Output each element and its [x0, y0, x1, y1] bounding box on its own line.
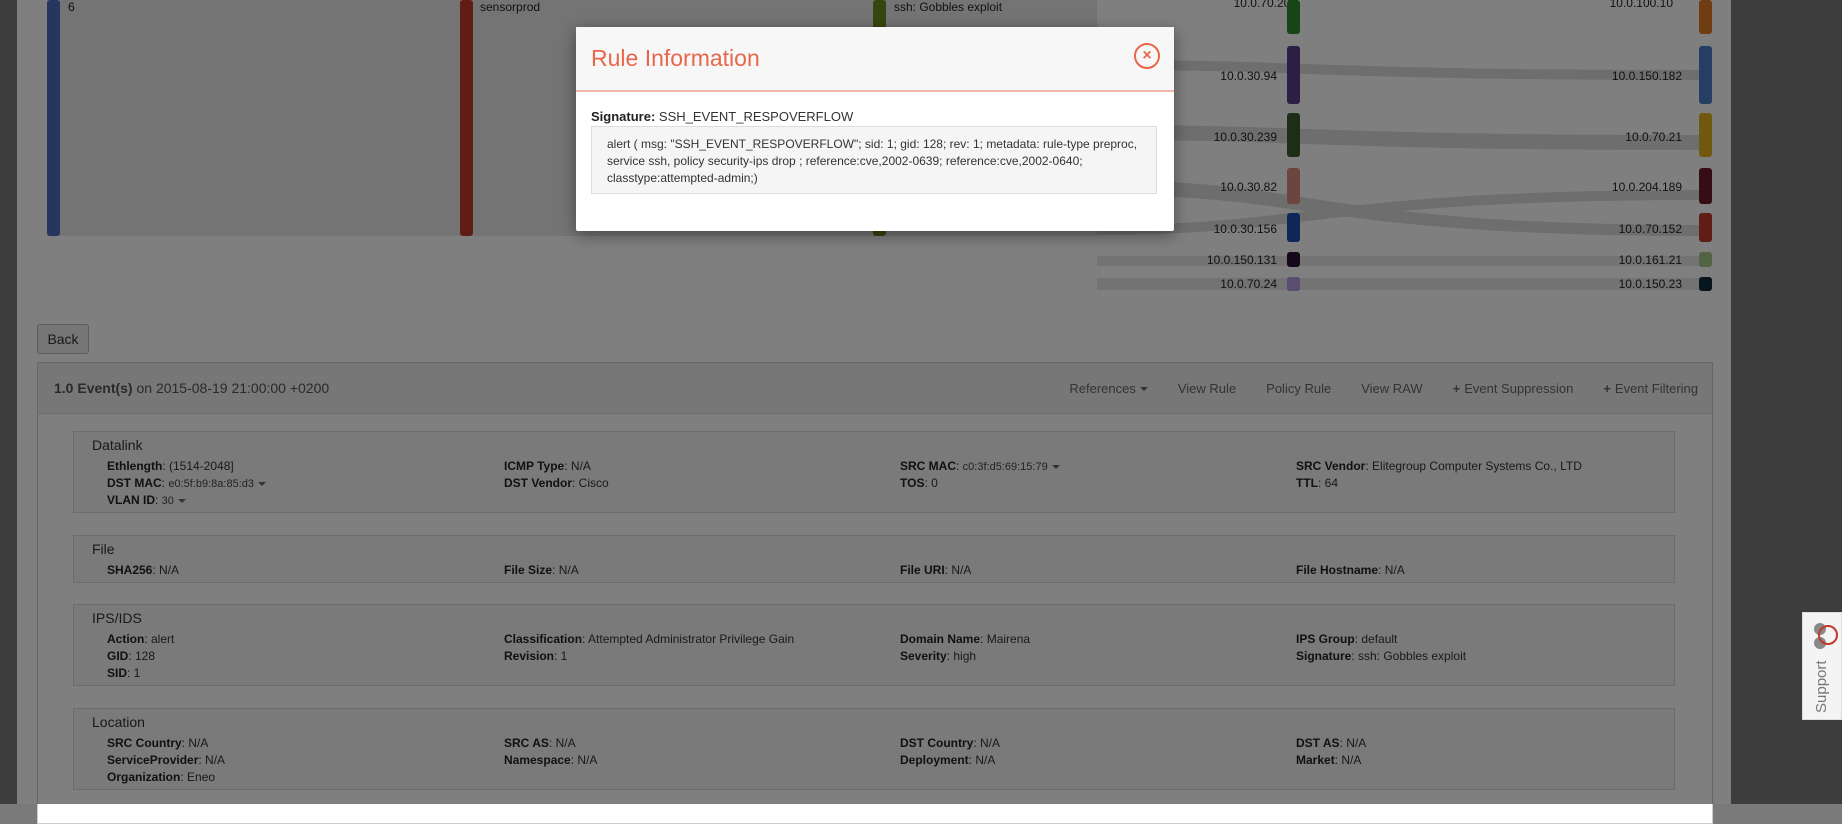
signature-value: SSH_EVENT_RESPOVERFLOW	[655, 109, 854, 124]
support-label: Support	[1813, 660, 1830, 713]
support-logo-icon	[1814, 623, 1838, 649]
modal-title: Rule Information	[591, 45, 760, 71]
rule-info-modal: Rule Information × Signature: SSH_EVENT_…	[576, 27, 1174, 231]
close-icon[interactable]: ×	[1134, 43, 1160, 69]
support-tab[interactable]: Support	[1802, 612, 1842, 720]
signature-line: Signature: SSH_EVENT_RESPOVERFLOW	[591, 109, 853, 124]
signature-label: Signature:	[591, 109, 656, 124]
rule-text-box: alert ( msg: "SSH_EVENT_RESPOVERFLOW"; s…	[591, 126, 1157, 194]
modal-header: Rule Information ×	[576, 27, 1174, 92]
